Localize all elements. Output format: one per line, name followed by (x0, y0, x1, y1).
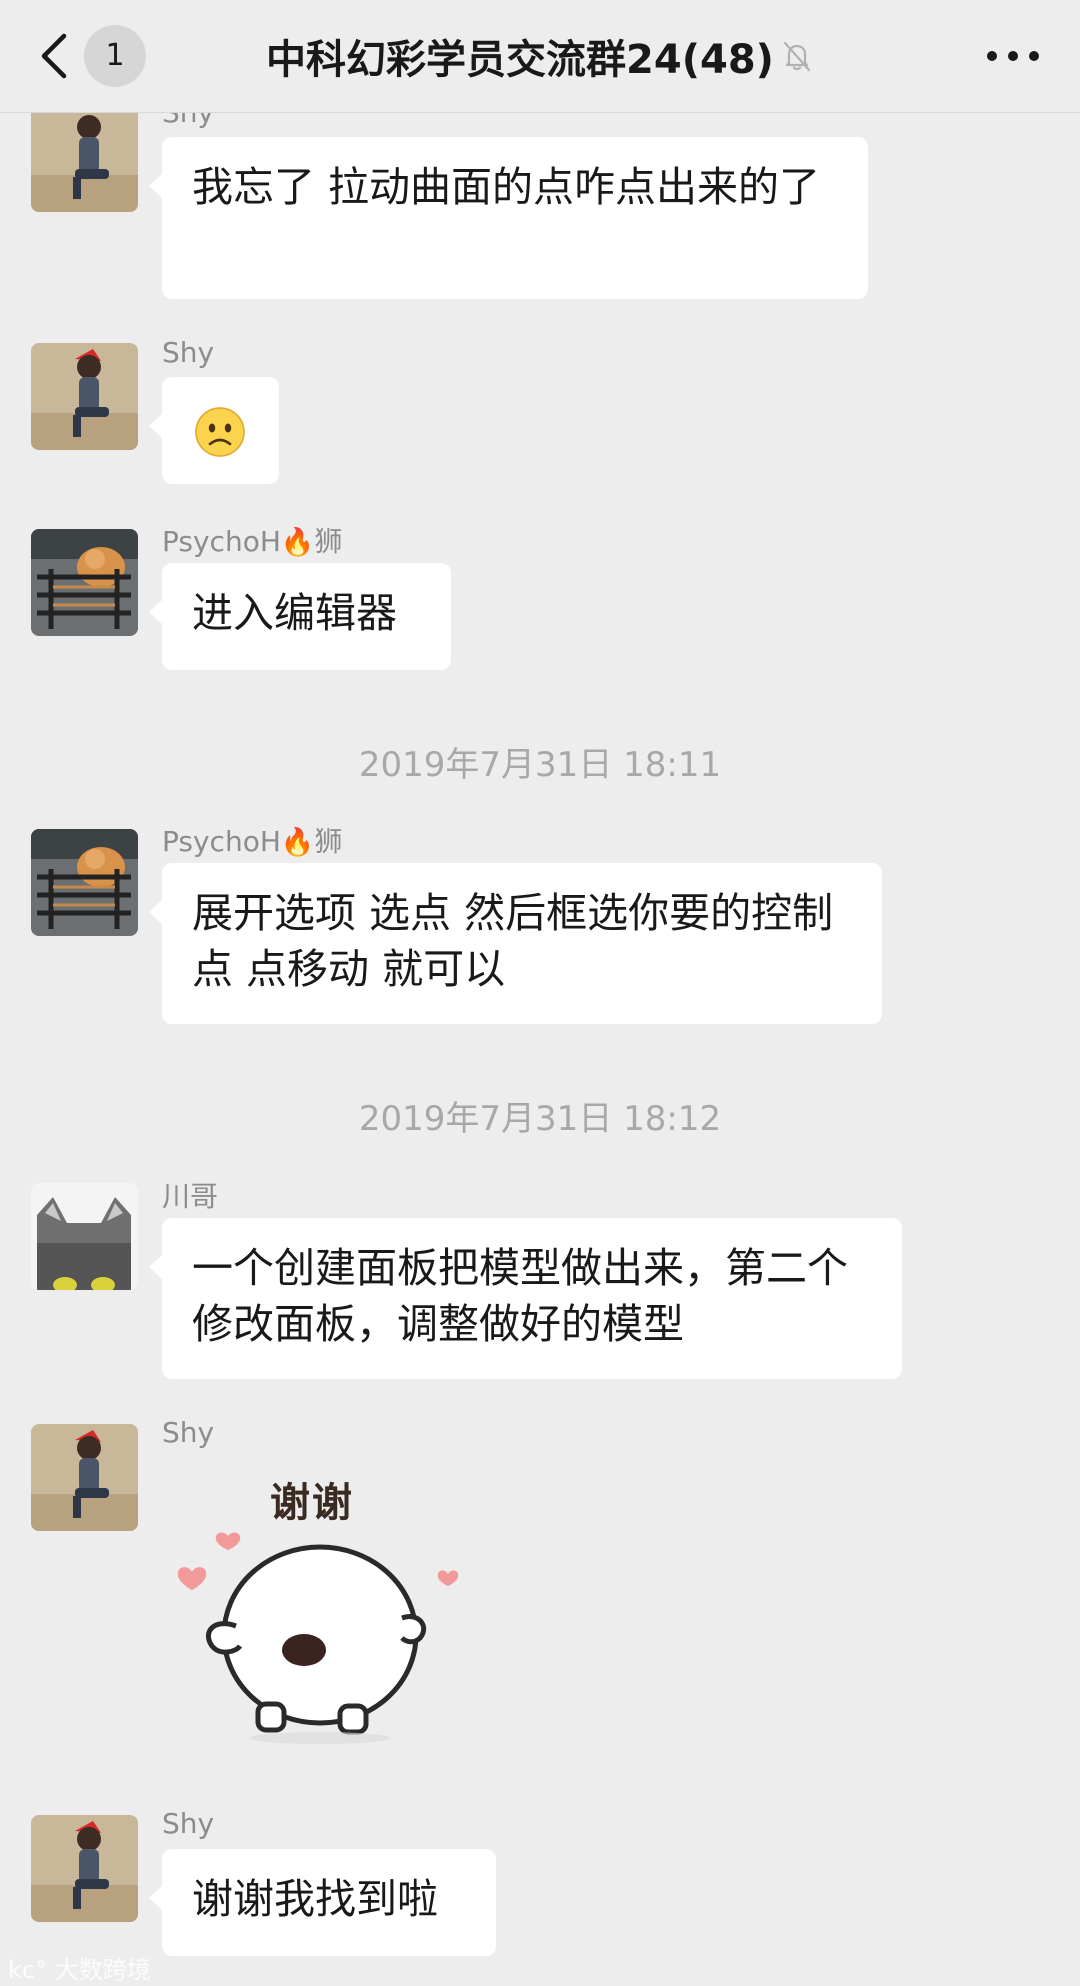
avatar-shy[interactable] (31, 343, 138, 450)
back-button[interactable] (36, 30, 76, 82)
avatar-shy[interactable] (31, 1815, 138, 1922)
fire-icon: 🔥 (280, 827, 315, 858)
message-bubble[interactable]: 展开选项 选点 然后框选你要的控制点 点移动 就可以 (149, 863, 882, 1024)
sticker-message[interactable]: 谢谢 (170, 1460, 470, 1760)
avatar-shy[interactable] (31, 1424, 138, 1531)
avatar-shy[interactable] (31, 105, 138, 212)
back-chevron-icon (41, 33, 67, 79)
more-options-button[interactable] (980, 38, 1046, 74)
avatar-psychoh[interactable] (31, 829, 138, 936)
sad-face-icon (195, 407, 245, 457)
sender-name: PsychoH🔥狮 (162, 525, 343, 558)
watermark-logo-icon: kc° (8, 1956, 48, 1984)
more-dots-icon (987, 51, 1039, 61)
message-bubble[interactable]: 谢谢我找到啦 (149, 1849, 496, 1956)
avatar-chuange[interactable] (31, 1183, 138, 1290)
chat-title: 中科幻彩学员交流群24(48) (266, 37, 774, 83)
message-bubble[interactable]: 我忘了 拉动曲面的点咋点出来的了 (149, 137, 868, 299)
timestamp: 2019年7月31日 18:11 (358, 745, 722, 785)
avatar-psychoh[interactable] (31, 529, 138, 636)
timestamp: 2019年7月31日 18:12 (358, 1099, 722, 1139)
sender-name: Shy (162, 1807, 215, 1840)
watermark: kc° 大数跨境 (8, 1956, 151, 1984)
unread-count-badge[interactable]: 1 (84, 25, 146, 87)
sender-name: 川哥 (162, 1180, 219, 1213)
sender-name: PsychoH🔥狮 (162, 825, 343, 858)
sender-name: Shy (162, 1416, 215, 1449)
message-bubble[interactable] (149, 377, 279, 484)
message-bubble[interactable]: 一个创建面板把模型做出来，第二个修改面板，调整做好的模型 (149, 1218, 902, 1379)
chat-title-area: 中科幻彩学员交流群24(48) (150, 0, 930, 112)
sender-name: Shy (162, 336, 215, 369)
fire-icon: 🔥 (280, 527, 315, 558)
message-bubble[interactable]: 进入编辑器 (149, 563, 451, 670)
mute-bell-icon (783, 41, 811, 72)
sticker-character (177, 1532, 459, 1744)
chat-header: 1 中科幻彩学员交流群24(48) (0, 0, 1080, 113)
